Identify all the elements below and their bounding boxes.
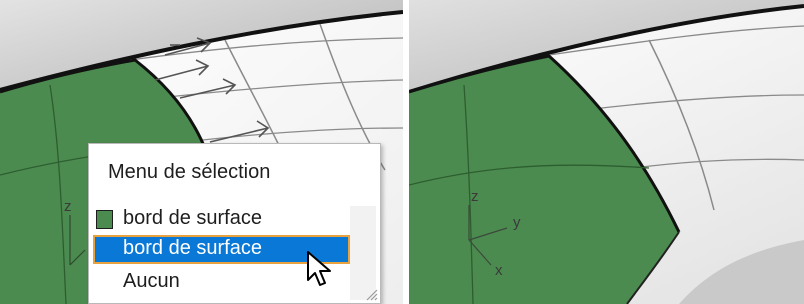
axis-x-label: x [495, 262, 503, 279]
viewport-right-canvas [409, 0, 804, 304]
menu-item-label: bord de surface [123, 237, 262, 259]
axis-y-label: y [513, 214, 521, 231]
mouse-pointer-icon [307, 251, 331, 286]
green-surface-swatch-icon [96, 210, 113, 229]
axis-z-label: z [471, 188, 479, 205]
viewport-left[interactable]: z Menu de sélection bord de surface bord… [0, 0, 403, 304]
resize-grip-icon[interactable] [364, 287, 378, 301]
menu-title: Menu de sélection [108, 161, 271, 183]
selection-menu: Menu de sélection bord de surface bord d… [88, 143, 381, 304]
axis-z-label-left: z [64, 198, 72, 215]
menu-item-label: Aucun [123, 270, 180, 292]
menu-item-label: bord de surface [123, 207, 262, 229]
menu-scrollbar[interactable] [350, 206, 376, 300]
viewport-right[interactable]: z y x [409, 0, 804, 304]
menu-item-surface-edge-1[interactable]: bord de surface [93, 205, 348, 234]
